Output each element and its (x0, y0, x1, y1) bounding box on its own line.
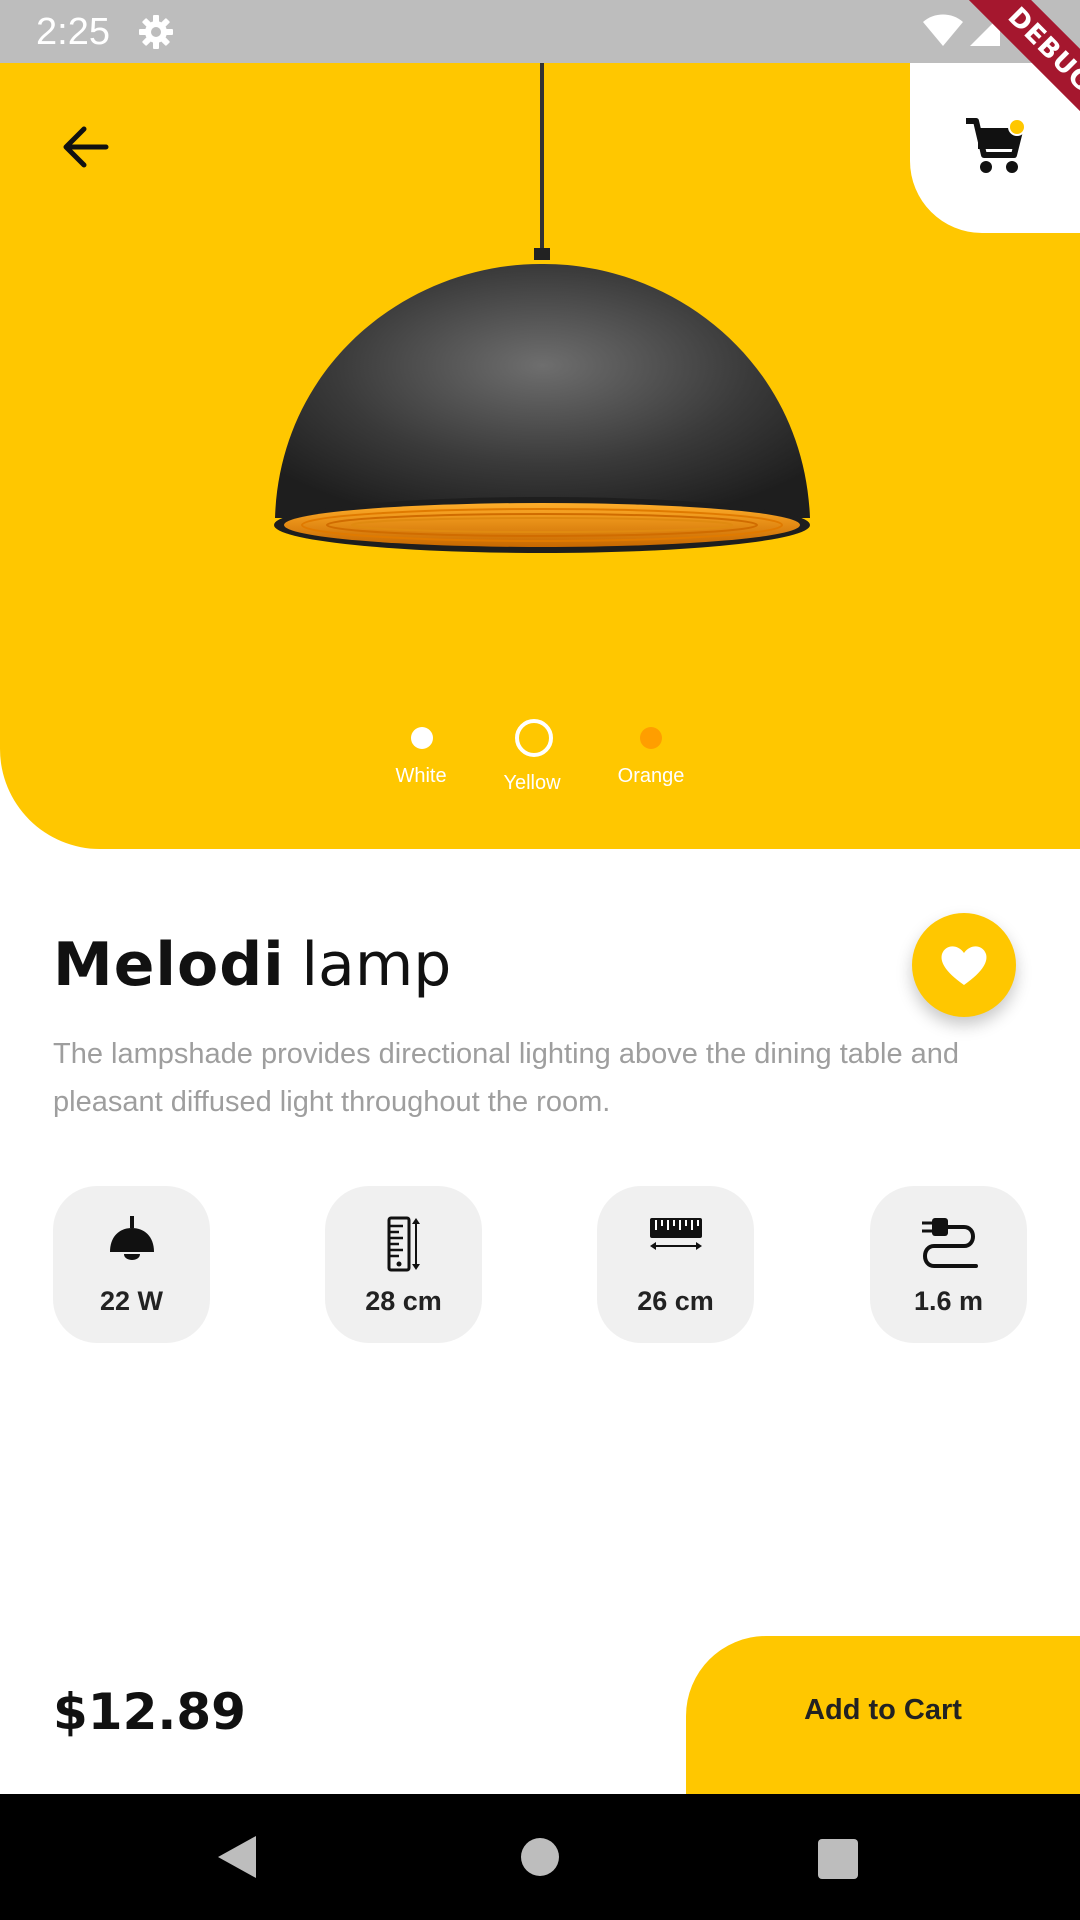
cart-badge (1008, 118, 1026, 136)
status-bar: 2:25 (0, 0, 1080, 63)
status-time: 2:25 (36, 11, 110, 53)
navigation-bar (0, 1794, 1080, 1920)
color-swatch-orange[interactable] (640, 727, 662, 749)
settings-gear-icon (139, 15, 173, 49)
spec-width: 26 cm (597, 1186, 754, 1343)
spec-cable: 1.6 m (870, 1186, 1027, 1343)
product-description: The lampshade provides directional light… (53, 1038, 960, 1118)
nav-recents-icon[interactable] (818, 1839, 858, 1879)
wifi-icon (923, 14, 963, 46)
color-label-orange: Orange (617, 765, 685, 787)
spec-power: 22 W (53, 1186, 210, 1343)
back-arrow-icon[interactable] (58, 120, 112, 174)
nav-back-icon[interactable] (216, 1834, 258, 1880)
product-name-bold: Melodi (53, 930, 285, 1000)
product-name-light: lamp (301, 930, 452, 1000)
add-to-cart-label: Add to Cart (804, 1694, 962, 1726)
spec-value-cable: 1.6 m (913, 1286, 984, 1316)
color-swatch-yellow[interactable] (515, 719, 553, 757)
lamp-icon (109, 1216, 154, 1260)
color-label-white: White (395, 765, 447, 787)
color-swatch-white[interactable] (411, 727, 433, 749)
product-title: Melodi lamp (53, 930, 451, 1000)
nav-home-icon[interactable] (521, 1838, 559, 1876)
spec-value-height: 28 cm (365, 1286, 442, 1316)
height-ruler-icon (387, 1216, 420, 1272)
heart-icon (941, 946, 987, 985)
add-to-cart-button[interactable]: Add to Cart (686, 1636, 1080, 1794)
product-image (274, 63, 810, 553)
cart-container (910, 63, 1080, 233)
product-detail-screen: 2:25 DEBUG White Yellow Orange Melodi la… (0, 0, 1080, 1920)
width-ruler-icon (649, 1218, 702, 1250)
spec-height: 28 cm (325, 1186, 482, 1343)
favorite-button[interactable] (912, 913, 1016, 1017)
color-label-yellow: Yellow (503, 772, 561, 794)
cable-plug-icon (921, 1218, 978, 1268)
price: $12.89 (53, 1683, 246, 1741)
spec-value-width: 26 cm (637, 1286, 714, 1316)
spec-value-power: 22 W (99, 1286, 164, 1316)
